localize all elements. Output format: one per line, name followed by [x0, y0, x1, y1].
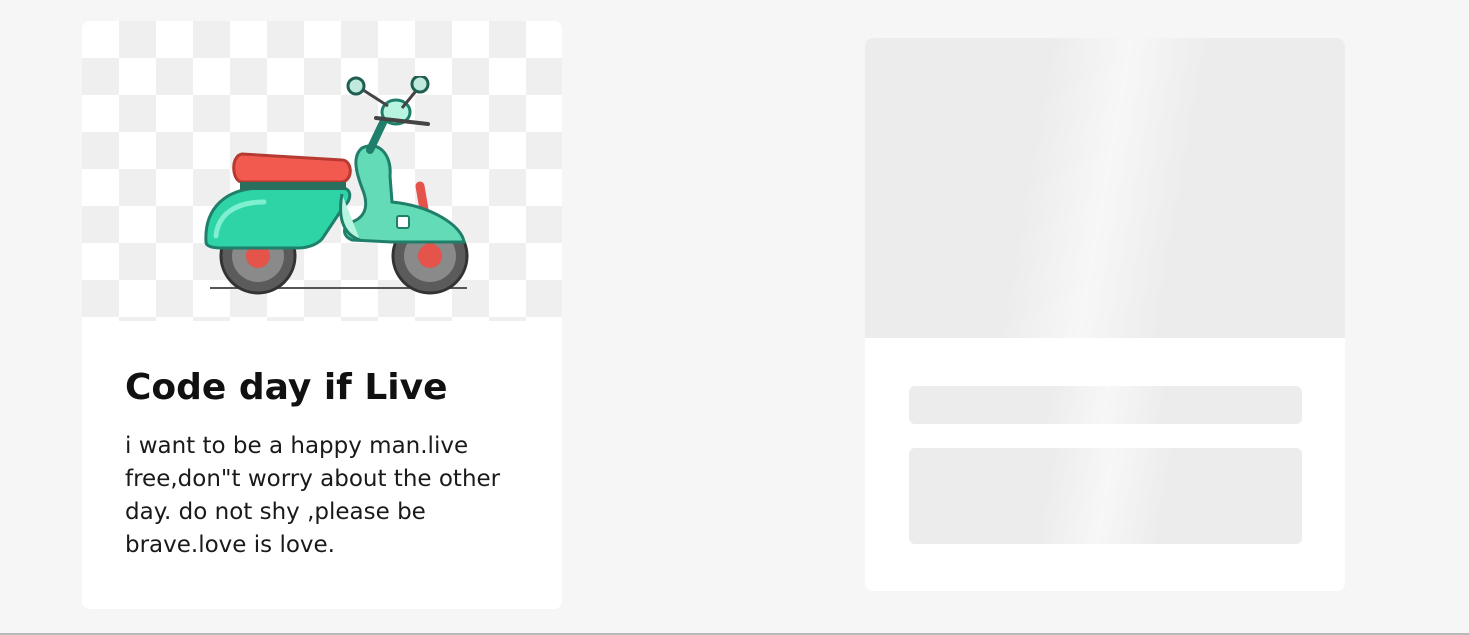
scooter-icon: [204, 76, 469, 295]
card-image: [82, 21, 562, 321]
card-title: Code day if Live: [125, 367, 448, 408]
card-description: i want to be a happy man.live free,don"t…: [125, 433, 501, 558]
skeleton-card: [865, 38, 1345, 591]
content-card[interactable]: Code day if Live i want to be a happy ma…: [82, 21, 562, 609]
skeleton-image-placeholder: [865, 38, 1345, 338]
skeleton-text-placeholder: [909, 448, 1302, 544]
skeleton-title-placeholder: [909, 386, 1302, 424]
